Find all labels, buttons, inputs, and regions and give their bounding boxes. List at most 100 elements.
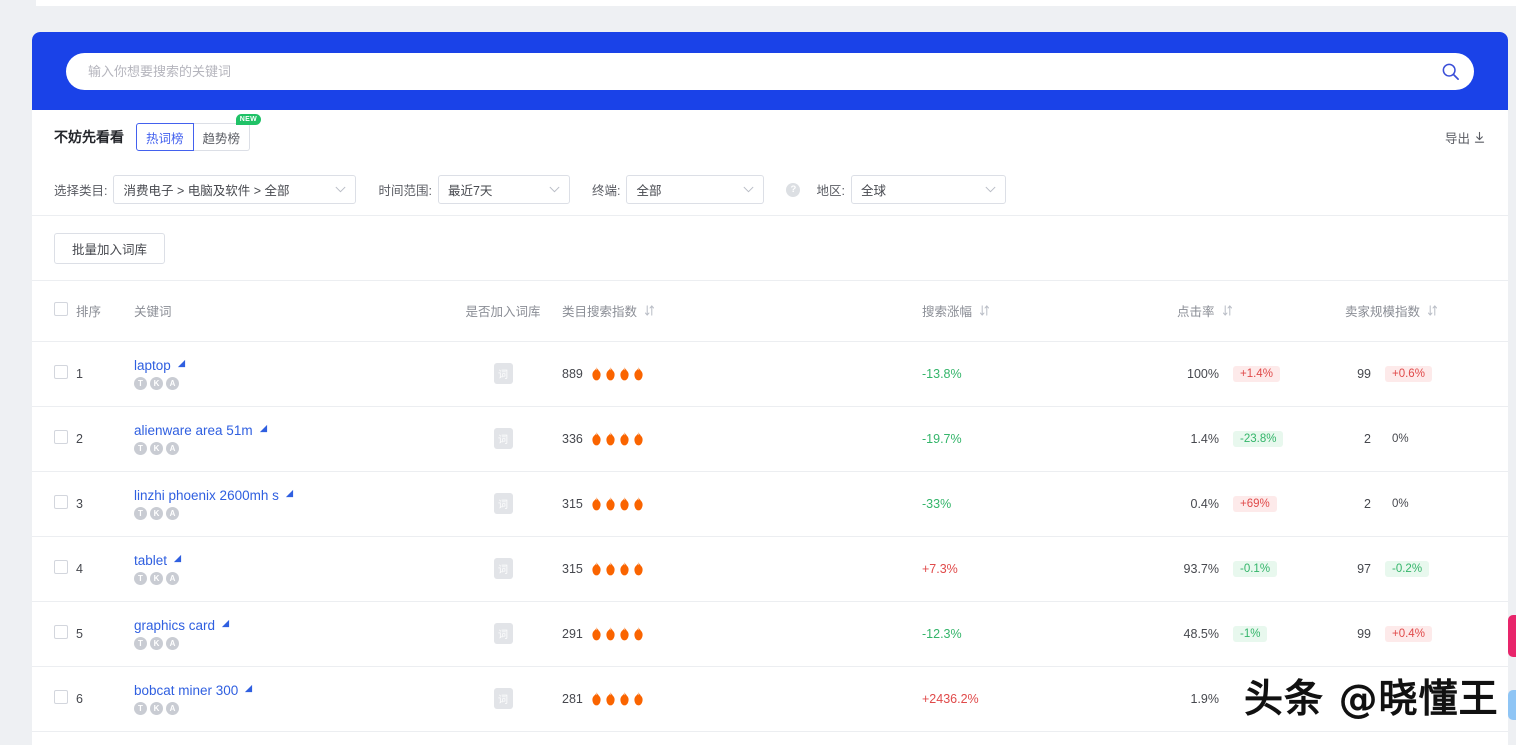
row-keyword-cell: linzhi phoenix 2600mh s TKA	[134, 471, 444, 537]
row-click-rate-cell: 93.7% -0.1%	[1177, 536, 1345, 602]
sort-icon[interactable]	[1222, 304, 1233, 317]
filter-terminal-label: 终端:	[591, 184, 621, 198]
row-checkbox[interactable]	[54, 625, 68, 639]
keyword-link[interactable]: bobcat miner 300	[134, 683, 238, 698]
expand-caret-icon[interactable]	[244, 682, 253, 696]
click-rate-delta	[1233, 697, 1247, 701]
table-row[interactable]: 3 linzhi phoenix 2600mh s T K A 词 315 -33% 0.4% +…	[32, 471, 1508, 537]
row-checkbox[interactable]	[54, 690, 68, 704]
row-checkbox[interactable]	[54, 430, 68, 444]
keyword-badge-k[interactable]: K	[150, 702, 163, 715]
row-in-library-cell: 词	[444, 406, 562, 472]
keyword-badge-a[interactable]: A	[166, 377, 179, 390]
flame-icon	[634, 691, 643, 706]
tab-hot-words[interactable]: 热词榜	[136, 123, 194, 151]
expand-caret-icon[interactable]	[259, 422, 268, 436]
flame-icon	[634, 366, 643, 381]
expand-caret-icon[interactable]	[221, 617, 230, 631]
floating-widget-blue[interactable]	[1508, 690, 1516, 720]
search-growth-value: -13.8%	[922, 366, 962, 381]
add-to-library-icon[interactable]: 词	[493, 688, 513, 709]
keyword-badge-t[interactable]: T	[134, 572, 147, 585]
keyword-link[interactable]: graphics card	[134, 618, 215, 633]
flame-icon	[592, 561, 601, 576]
row-checkbox[interactable]	[54, 560, 68, 574]
keyword-badge-a[interactable]: A	[166, 572, 179, 585]
keyword-badge-a[interactable]: A	[166, 702, 179, 715]
sort-icon[interactable]	[644, 304, 655, 317]
seller-scale-delta: +0.6%	[1385, 365, 1432, 382]
keyword-link[interactable]: linzhi phoenix 2600mh s	[134, 488, 279, 503]
keyword-badge-t[interactable]: T	[134, 442, 147, 455]
select-all-checkbox[interactable]	[54, 302, 68, 317]
row-rank-cell: 1	[76, 341, 134, 407]
table-row[interactable]: 1 laptop T K A 词 889 -13.8% 100% +1.4% 99 +0.6%	[32, 341, 1508, 407]
keyword-badge-k[interactable]: K	[150, 377, 163, 390]
export-button[interactable]: 导出	[1445, 128, 1486, 147]
keyword-badge-k[interactable]: K	[150, 637, 163, 650]
bulk-add-to-library-button[interactable]: 批量加入词库	[54, 233, 166, 264]
keyword-badge-a[interactable]: A	[166, 442, 179, 455]
row-search-index-cell: 291	[562, 601, 922, 667]
keyword-badge-k[interactable]: K	[150, 572, 163, 585]
filter-terminal: 终端: 全部	[591, 175, 765, 204]
search-button[interactable]	[1426, 53, 1474, 90]
keyword-link[interactable]: alienware area 51m	[134, 423, 253, 438]
floating-widget-pink[interactable]	[1508, 615, 1516, 657]
expand-caret-icon[interactable]	[285, 487, 294, 501]
help-icon[interactable]: ?	[786, 182, 801, 197]
expand-caret-icon[interactable]	[177, 357, 186, 371]
row-checkbox[interactable]	[54, 495, 68, 509]
keyword-badge-k[interactable]: K	[150, 507, 163, 520]
add-to-library-icon[interactable]: 词	[493, 428, 513, 449]
search-input[interactable]	[66, 64, 1426, 79]
keyword-link[interactable]: tablet	[134, 553, 167, 568]
table-row[interactable]: 2 alienware area 51m T K A 词 336 -19.7% 1.4% -23.…	[32, 406, 1508, 472]
keyword-badge-t[interactable]: T	[134, 507, 147, 520]
category-select[interactable]: 消费电子 > 电脑及软件 > 全部	[113, 175, 357, 204]
terminal-select-value: 全部	[636, 184, 662, 198]
table-row[interactable]: 5 graphics card T K A 词 291 -12.3% 48.5% -1% 99 +0.…	[32, 601, 1508, 667]
keyword-badge-t[interactable]: T	[134, 377, 147, 390]
keyword-badge-a[interactable]: A	[166, 637, 179, 650]
terminal-select[interactable]: 全部	[626, 175, 765, 204]
tab-trend-list[interactable]: 趋势榜 NEW	[193, 114, 262, 151]
keyword-badge-k[interactable]: K	[150, 442, 163, 455]
row-click-rate-cell: 1.9%	[1177, 666, 1345, 732]
table-row[interactable]: 4 tablet T K A 词 315 +7.3% 93.7% -0.1% 97 -0.2%	[32, 536, 1508, 602]
click-rate-value: 100%	[1187, 366, 1219, 381]
keyword-badges: TKA	[134, 377, 444, 390]
time-range-select[interactable]: 最近7天	[437, 175, 570, 204]
add-to-library-icon[interactable]: 词	[493, 493, 513, 514]
keyword-link[interactable]: laptop	[134, 358, 171, 373]
row-keyword-cell: alienware area 51m T K A	[134, 406, 444, 472]
add-to-library-icon[interactable]: 词	[493, 363, 513, 384]
sort-icon[interactable]	[1427, 304, 1438, 317]
keyword-badge-t[interactable]: T	[134, 702, 147, 715]
search-index-value: 315	[562, 561, 583, 576]
search-growth-value: -12.3%	[922, 626, 962, 641]
row-in-library-cell: 词	[444, 666, 562, 732]
header-select-all	[32, 281, 76, 342]
row-search-growth-cell: -19.7%	[922, 406, 1177, 472]
table-row[interactable]: 6 bobcat miner 300 T K A 词 281 +2436.2% 1.9%	[32, 666, 1508, 732]
rank-value: 2	[76, 431, 83, 446]
filter-region-label: 地区:	[816, 184, 845, 198]
row-search-growth-cell: -33%	[922, 471, 1177, 537]
row-click-rate-cell: 0.4% +69%	[1177, 471, 1345, 537]
keyword-badge-t[interactable]: T	[134, 637, 147, 650]
rank-value: 3	[76, 496, 83, 511]
search-bar[interactable]	[66, 53, 1474, 90]
row-rank-cell: 6	[76, 666, 134, 732]
row-search-index-cell: 315	[562, 536, 922, 602]
flame-icon	[620, 366, 629, 381]
add-to-library-icon[interactable]: 词	[493, 558, 513, 579]
expand-caret-icon[interactable]	[173, 552, 182, 566]
keyword-badge-a[interactable]: A	[166, 507, 179, 520]
click-rate-value: 48.5%	[1183, 626, 1219, 641]
sort-icon[interactable]	[979, 304, 990, 317]
search-index-value: 291	[562, 626, 583, 641]
add-to-library-icon[interactable]: 词	[493, 623, 513, 644]
row-checkbox[interactable]	[54, 365, 68, 379]
region-select[interactable]: 全球	[850, 175, 1006, 204]
